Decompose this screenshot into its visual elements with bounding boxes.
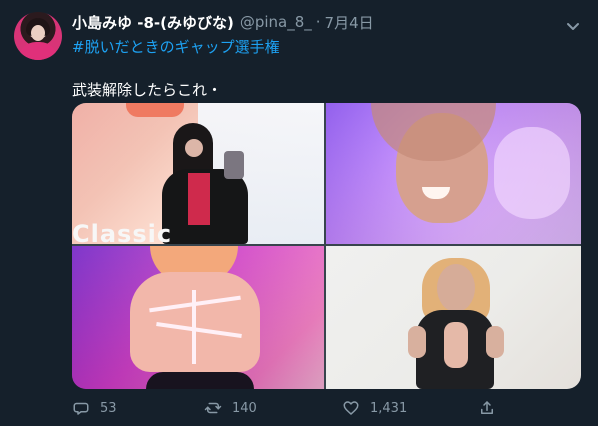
header-separator: · [315,13,321,31]
photo-4-cutout [444,322,468,368]
retweet-action[interactable]: 140 [204,398,257,418]
like-count: 1,431 [370,400,408,416]
heart-icon [343,401,359,415]
avatar-face [31,25,45,41]
hashtag-link[interactable]: #脱いだときのギャップ選手権 [72,36,280,57]
photo-4-right-hand [486,326,504,358]
photo-1-face [185,139,203,157]
photo-1-phone [224,151,244,179]
tweet-text: 武装解除したらこれ・ [72,81,223,99]
photo-1-shirt [188,173,210,225]
avatar[interactable] [14,12,62,60]
photo-1-lamp [126,103,184,117]
photo-2-arm [494,127,570,219]
photo-1[interactable]: Classic [72,103,324,244]
photo-4-left-hand [408,326,426,358]
author-handle[interactable]: @pina_8_ [240,13,312,31]
retweet-icon [204,402,222,414]
tweet-card: 小島みゆ -8-(みゆびな) @pina_8_ · 7月4日 #脱いだときのギャ… [0,0,598,426]
photo-1-wall-text: Classic [72,220,173,244]
photo-3-shadow [146,372,254,389]
media-grid: Classic [72,103,581,389]
share-icon [481,401,493,414]
reply-icon [73,402,89,415]
like-action[interactable]: 1,431 [342,398,407,418]
author-name[interactable]: 小島みゆ -8-(みゆびな) [72,12,234,33]
retweet-count: 140 [232,400,257,416]
photo-4-face [437,264,475,312]
tweet-date[interactable]: 7月4日 [325,12,374,33]
photo-2[interactable] [326,103,581,244]
photo-3-rope-3 [192,290,196,364]
reply-action[interactable]: 53 [72,398,117,418]
avatar-coat [18,42,58,60]
tweet-actions: 53 140 1,431 [72,398,512,418]
share-action[interactable] [478,398,506,418]
tweet-header: 小島みゆ -8-(みゆびな) @pina_8_ · 7月4日 [72,11,374,33]
chevron-down-icon[interactable] [566,17,580,30]
reply-count: 53 [100,400,117,416]
photo-4[interactable] [326,246,581,389]
photo-3[interactable] [72,246,324,389]
